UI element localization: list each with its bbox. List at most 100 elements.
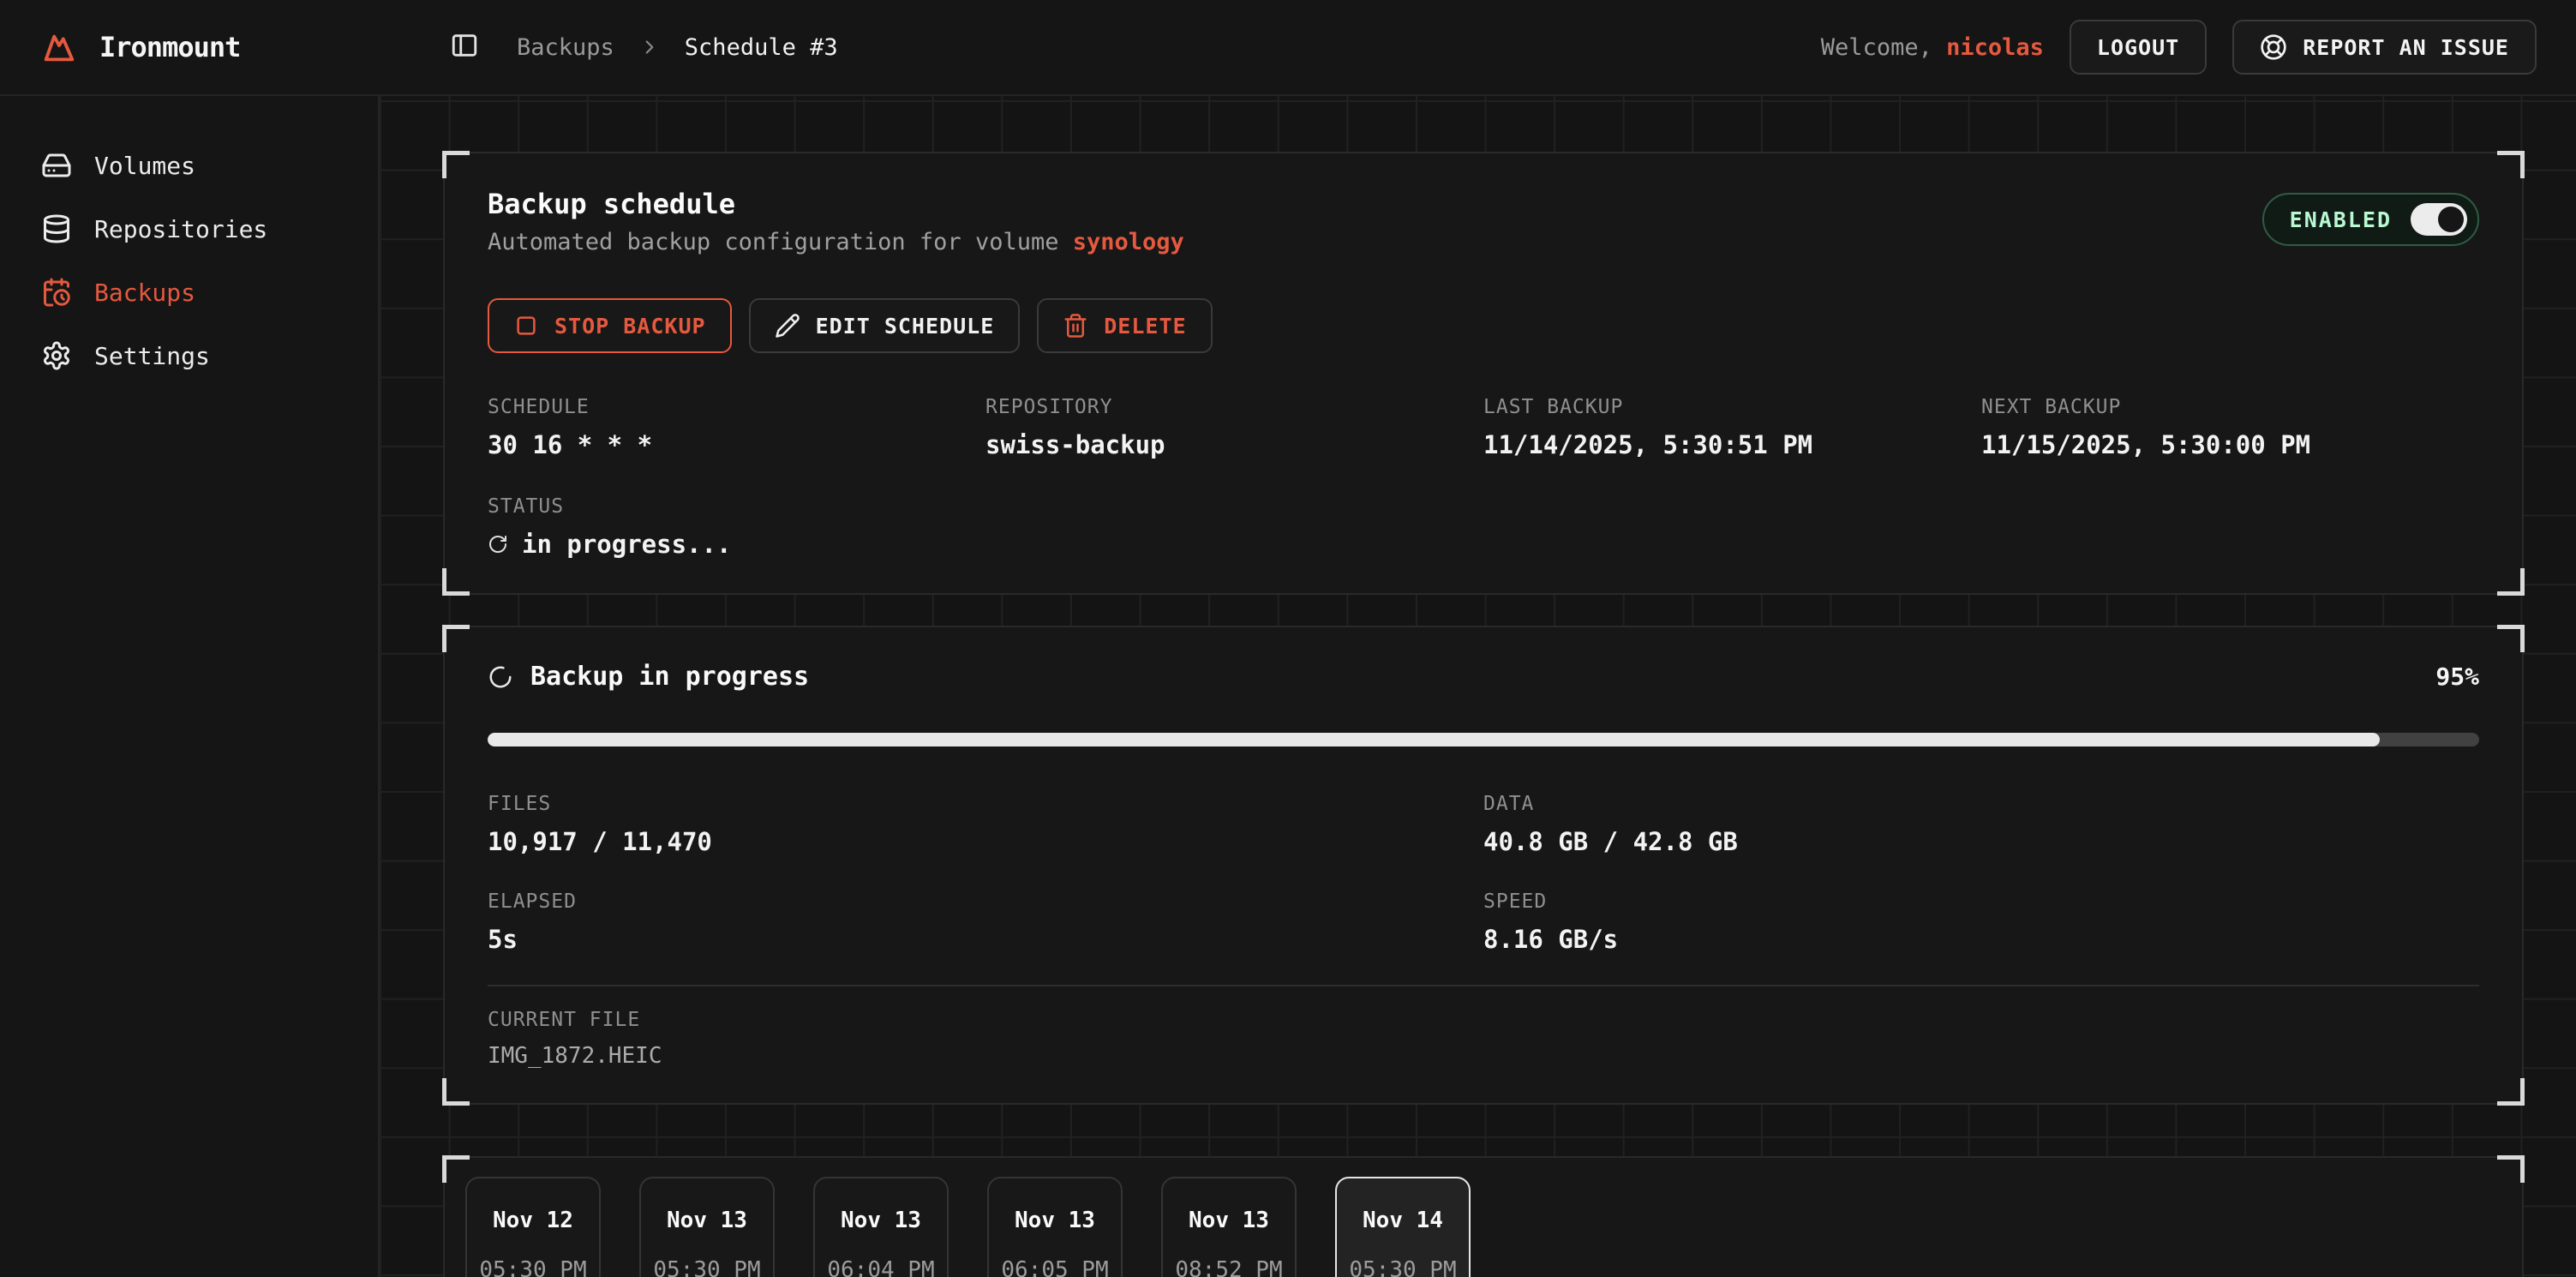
- snapshots-card: Nov 12 05:30 PM 92.2 GB Nov 13 05:30 PM …: [443, 1156, 2524, 1277]
- sidebar: Volumes Repositories Backups Settings: [0, 96, 380, 1277]
- field-label: NEXT BACKUP: [1981, 396, 2479, 418]
- brand: Ironmount: [0, 27, 380, 67]
- snapshot-tile[interactable]: Nov 13 06:04 PM 92.2 GB: [813, 1177, 949, 1277]
- field-label: LAST BACKUP: [1483, 396, 1981, 418]
- card-subtitle: Automated backup configuration for volum…: [488, 229, 1184, 255]
- delete-button[interactable]: DELETE: [1037, 298, 1212, 353]
- toggle-switch[interactable]: [2411, 203, 2467, 236]
- main-area: Backup schedule Automated backup configu…: [380, 96, 2576, 1277]
- sidebar-item-repositories[interactable]: Repositories: [0, 197, 378, 261]
- edit-schedule-button[interactable]: EDIT SCHEDULE: [749, 298, 1021, 353]
- divider: [488, 985, 2479, 986]
- field-label: STATUS: [488, 495, 2479, 518]
- snapshot-tile[interactable]: Nov 12 05:30 PM 92.2 GB: [465, 1177, 601, 1277]
- breadcrumb-section[interactable]: Backups: [517, 34, 614, 61]
- snapshot-time: 06:05 PM: [1001, 1257, 1108, 1277]
- loader-icon: [488, 664, 513, 690]
- sidebar-item-settings[interactable]: Settings: [0, 324, 378, 387]
- schedule-fields: SCHEDULE 30 16 * * * REPOSITORY swiss-ba…: [488, 396, 2479, 559]
- current-file: CURRENT FILE IMG_1872.HEIC: [488, 1009, 2479, 1069]
- snapshot-time: 05:30 PM: [653, 1257, 760, 1277]
- snapshot-tile[interactable]: Nov 13 06:05 PM 92.2 GB: [987, 1177, 1123, 1277]
- subtitle-prefix: Automated backup configuration for volum…: [488, 229, 1073, 255]
- snapshot-time: 06:04 PM: [827, 1257, 934, 1277]
- progress-title: Backup in progress: [530, 662, 809, 692]
- status-value: in progress...: [488, 530, 2479, 559]
- field-value: 11/15/2025, 5:30:00 PM: [1981, 430, 2479, 459]
- stat-speed: SPEED 8.16 GB/s: [1483, 890, 2479, 954]
- snapshot-tile[interactable]: Nov 13 05:30 PM 92.2 GB: [639, 1177, 775, 1277]
- backup-progress-card: Backup in progress 95% FILES 10,917 / 11…: [443, 626, 2524, 1105]
- hard-drive-icon: [41, 150, 72, 181]
- breadcrumb-current: Schedule #3: [685, 34, 838, 61]
- username: nicolas: [1946, 34, 2044, 61]
- field-value: 30 16 * * *: [488, 430, 985, 459]
- sidebar-item-backups[interactable]: Backups: [0, 261, 378, 324]
- pencil-icon: [775, 313, 800, 339]
- sidebar-item-volumes[interactable]: Volumes: [0, 134, 378, 197]
- sidebar-item-label: Volumes: [94, 152, 195, 180]
- welcome-text: Welcome, nicolas: [1821, 34, 2044, 61]
- database-icon: [41, 213, 72, 244]
- progress-bar: [488, 733, 2479, 746]
- sidebar-item-label: Settings: [94, 342, 210, 370]
- enabled-toggle[interactable]: ENABLED: [2262, 193, 2479, 246]
- progress-bar-fill: [488, 733, 2380, 746]
- snapshot-date: Nov 14: [1363, 1208, 1443, 1233]
- topbar: Ironmount Backups Schedule #3 Welcome, n…: [0, 0, 2576, 96]
- field-value: 11/14/2025, 5:30:51 PM: [1483, 430, 1981, 459]
- toggle-label: ENABLED: [2290, 207, 2392, 232]
- field-next-backup: NEXT BACKUP 11/15/2025, 5:30:00 PM: [1981, 396, 2479, 459]
- edit-schedule-label: EDIT SCHEDULE: [816, 314, 995, 339]
- snapshot-tile[interactable]: Nov 14 05:30 PM 92.2 GB: [1335, 1177, 1471, 1277]
- logout-label: LOGOUT: [2097, 35, 2179, 60]
- stat-elapsed: ELAPSED 5s: [488, 890, 1483, 954]
- report-issue-button[interactable]: REPORT AN ISSUE: [2232, 20, 2537, 75]
- sidebar-item-label: Backups: [94, 279, 195, 307]
- field-label: REPOSITORY: [985, 396, 1483, 418]
- snapshot-date: Nov 12: [493, 1208, 573, 1233]
- snapshot-list: Nov 12 05:30 PM 92.2 GB Nov 13 05:30 PM …: [465, 1177, 2501, 1277]
- toggle-knob: [2438, 207, 2464, 232]
- field-value: 40.8 GB / 42.8 GB: [1483, 827, 2479, 856]
- progress-stats: FILES 10,917 / 11,470 DATA 40.8 GB / 42.…: [488, 793, 2479, 954]
- life-buoy-icon: [2260, 33, 2287, 61]
- backup-schedule-card: Backup schedule Automated backup configu…: [443, 152, 2524, 595]
- breadcrumb: Backups Schedule #3: [380, 31, 838, 63]
- topbar-right: Welcome, nicolas LOGOUT REPORT AN ISSUE: [1821, 20, 2576, 75]
- snapshot-tile[interactable]: Nov 13 08:52 PM 92.2 GB: [1161, 1177, 1297, 1277]
- snapshot-date: Nov 13: [1189, 1208, 1269, 1233]
- trash-icon: [1063, 313, 1088, 339]
- snapshot-time: 05:30 PM: [1349, 1257, 1456, 1277]
- delete-label: DELETE: [1104, 314, 1186, 339]
- card-title: Backup schedule: [488, 188, 1184, 220]
- chevron-right-icon: [638, 36, 661, 58]
- field-value: 8.16 GB/s: [1483, 925, 2479, 954]
- status-text: in progress...: [522, 530, 731, 559]
- stat-files: FILES 10,917 / 11,470: [488, 793, 1483, 856]
- stop-backup-button[interactable]: STOP BACKUP: [488, 298, 732, 353]
- welcome-prefix: Welcome,: [1821, 34, 1946, 61]
- field-label: ELAPSED: [488, 890, 1483, 913]
- snapshot-date: Nov 13: [841, 1208, 921, 1233]
- rotate-cw-icon: [488, 534, 508, 555]
- logout-button[interactable]: LOGOUT: [2070, 20, 2207, 75]
- sidebar-toggle-icon[interactable]: [450, 31, 482, 63]
- field-last-backup: LAST BACKUP 11/14/2025, 5:30:51 PM: [1483, 396, 1981, 459]
- field-label: CURRENT FILE: [488, 1009, 2479, 1031]
- stat-data: DATA 40.8 GB / 42.8 GB: [1483, 793, 2479, 856]
- progress-percent: 95%: [2435, 662, 2479, 691]
- field-value: swiss-backup: [985, 430, 1483, 459]
- field-value: 5s: [488, 925, 1483, 954]
- report-issue-label: REPORT AN ISSUE: [2303, 35, 2509, 60]
- app-title: Ironmount: [99, 31, 240, 63]
- field-label: SPEED: [1483, 890, 2479, 913]
- field-value: 10,917 / 11,470: [488, 827, 1483, 856]
- calendar-clock-icon: [41, 277, 72, 308]
- field-schedule: SCHEDULE 30 16 * * *: [488, 396, 985, 459]
- volume-name: synology: [1073, 229, 1184, 255]
- snapshot-date: Nov 13: [667, 1208, 747, 1233]
- current-file-value: IMG_1872.HEIC: [488, 1043, 2479, 1069]
- snapshot-time: 08:52 PM: [1175, 1257, 1282, 1277]
- action-buttons: STOP BACKUP EDIT SCHEDULE DELETE: [488, 298, 2479, 353]
